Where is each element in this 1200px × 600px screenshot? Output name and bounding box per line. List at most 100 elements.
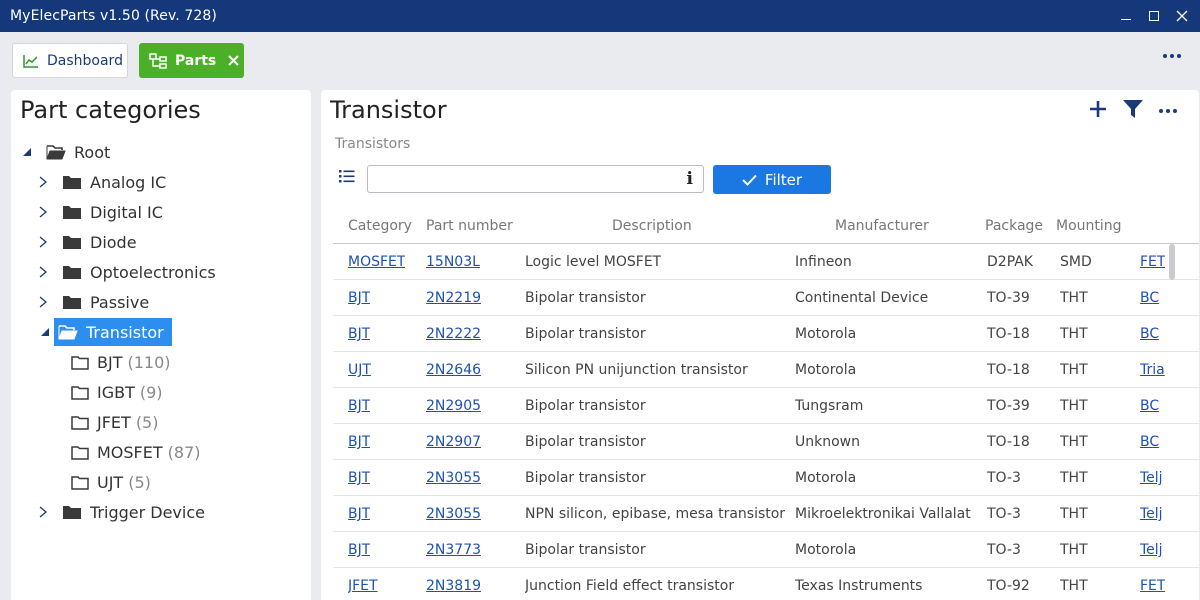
extra-link[interactable]: BC (1140, 290, 1165, 306)
info-icon[interactable]: i (687, 169, 693, 189)
part-number-link[interactable]: 2N3055 (426, 470, 481, 486)
close-tab-button[interactable] (228, 55, 239, 66)
tree-item-label: IGBT (97, 382, 135, 402)
table-row[interactable]: BJT 2N3055 Bipolar transistor Motorola TO-3 T… (333, 460, 1199, 496)
part-number-link[interactable]: 2N3773 (426, 542, 481, 558)
category-link[interactable]: BJT (348, 398, 370, 414)
plus-icon (1090, 101, 1106, 117)
category-link[interactable]: UJT (348, 362, 371, 378)
part-number-link[interactable]: 2N3819 (426, 578, 481, 594)
part-number-link[interactable]: 2N3055 (426, 506, 481, 522)
extra-link[interactable]: Tria (1140, 362, 1165, 378)
extra-link[interactable]: BC (1140, 326, 1165, 342)
tree-item-transistor[interactable]: Transistor (41, 318, 172, 346)
tree-item-label: Digital IC (90, 202, 163, 222)
caret-expanded-icon[interactable] (38, 327, 52, 337)
folder-icon (71, 415, 89, 430)
column-header-part-number[interactable]: Part number (426, 218, 513, 234)
tree-item-jfet[interactable]: JFET (5) (71, 408, 158, 436)
tree-item-count: (110) (127, 352, 171, 372)
extra-link[interactable]: FET (1140, 578, 1165, 594)
caret-collapsed-icon[interactable] (36, 266, 50, 278)
caret-collapsed-icon[interactable] (36, 236, 50, 248)
panel-more-button[interactable] (1159, 109, 1177, 113)
caret-collapsed-icon[interactable] (36, 506, 50, 518)
description-cell: Bipolar transistor (525, 290, 646, 306)
part-number-link[interactable]: 2N2222 (426, 326, 481, 342)
part-number-link[interactable]: 2N2905 (426, 398, 481, 414)
tree-item-digital-ic[interactable]: Digital IC (36, 198, 163, 226)
window-title: MyElecParts v1.50 (Rev. 728) (10, 8, 217, 24)
tree-item-root[interactable]: Root (20, 138, 110, 166)
description-cell: Logic level MOSFET (525, 254, 662, 270)
part-number-link[interactable]: 2N2219 (426, 290, 481, 306)
table-scrollbar[interactable] (1169, 244, 1175, 280)
app-more-button[interactable] (1163, 54, 1181, 58)
tree-item-ujt[interactable]: UJT (5) (71, 468, 151, 496)
column-header-description[interactable]: Description (612, 218, 692, 234)
category-link[interactable]: MOSFET (348, 254, 405, 270)
description-cell: Silicon PN unijunction transistor (525, 362, 748, 378)
tree-item-bjt[interactable]: BJT (110) (71, 348, 171, 376)
column-header-mounting[interactable]: Mounting (1056, 218, 1122, 234)
table-row[interactable]: MOSFET 15N03L Logic level MOSFET Infineon D2… (333, 244, 1199, 280)
extra-link[interactable]: Telj (1140, 470, 1165, 486)
category-link[interactable]: BJT (348, 542, 370, 558)
part-number-link[interactable]: 2N2907 (426, 434, 481, 450)
folder-open-icon (58, 324, 78, 340)
table-row[interactable]: BJT 2N2219 Bipolar transistor Continental D… (333, 280, 1199, 316)
search-input[interactable] (374, 166, 674, 192)
manufacturer-cell: Motorola (795, 470, 857, 486)
extra-link[interactable]: BC (1140, 398, 1165, 414)
close-window-button[interactable] (1164, 0, 1200, 32)
filter-toggle-button[interactable] (1123, 100, 1143, 122)
table-row[interactable]: BJT 2N2907 Bipolar transistor Unknown TO-18 T… (333, 424, 1199, 460)
extra-link[interactable]: Telj (1140, 506, 1165, 522)
tree-item-optoelectronics[interactable]: Optoelectronics (36, 258, 216, 286)
table-row[interactable]: BJT 2N2905 Bipolar transistor Tungsram TO-39… (333, 388, 1199, 424)
extra-link[interactable]: FET (1140, 254, 1165, 270)
tab-parts[interactable]: Parts (139, 43, 244, 78)
chart-line-icon (23, 54, 39, 68)
column-header-package[interactable]: Package (985, 218, 1043, 234)
tree-item-diode[interactable]: Diode (36, 228, 137, 256)
caret-expanded-icon[interactable] (20, 147, 34, 157)
folder-icon (71, 445, 89, 460)
tree-item-passive[interactable]: Passive (36, 288, 149, 316)
folder-icon (62, 205, 82, 220)
part-number-link[interactable]: 15N03L (426, 254, 480, 270)
tree-item-label: MOSFET (97, 442, 163, 462)
tree-item-igbt[interactable]: IGBT (9) (71, 378, 163, 406)
category-link[interactable]: BJT (348, 434, 370, 450)
table-row[interactable]: BJT 2N3773 Bipolar transistor Motorola TO-3 T… (333, 532, 1199, 568)
part-number-link[interactable]: 2N2646 (426, 362, 481, 378)
table-row[interactable]: BJT 2N3055 NPN silicon, epibase, mesa tran… (333, 496, 1199, 532)
package-cell: TO-18 (987, 362, 1030, 378)
category-link[interactable]: JFET (348, 578, 378, 594)
table-row[interactable]: UJT 2N2646 Silicon PN unijunction transist… (333, 352, 1199, 388)
table-row[interactable]: JFET 2N3819 Junction Field effect transist… (333, 568, 1199, 600)
package-cell: TO-3 (987, 542, 1021, 558)
add-button[interactable] (1089, 100, 1107, 122)
category-link[interactable]: BJT (348, 326, 370, 342)
category-link[interactable]: BJT (348, 290, 370, 306)
category-link[interactable]: BJT (348, 470, 370, 486)
caret-collapsed-icon[interactable] (36, 296, 50, 308)
column-header-manufacturer[interactable]: Manufacturer (835, 218, 929, 234)
extra-link[interactable]: Telj (1140, 542, 1165, 558)
tab-dashboard[interactable]: Dashboard (12, 43, 128, 78)
list-view-button[interactable] (339, 170, 355, 183)
tree-item-trigger-device[interactable]: Trigger Device (36, 498, 205, 526)
tree-item-analog-ic[interactable]: Analog IC (36, 168, 166, 196)
caret-collapsed-icon[interactable] (36, 206, 50, 218)
tree-item-mosfet[interactable]: MOSFET (87) (71, 438, 200, 466)
mounting-cell: THT (1060, 398, 1088, 414)
column-header-category[interactable]: Category (348, 218, 412, 234)
filter-button[interactable]: Filter (713, 165, 831, 194)
tree-item-count: (87) (167, 442, 201, 462)
table-row[interactable]: BJT 2N2222 Bipolar transistor Motorola TO-18… (333, 316, 1199, 352)
caret-collapsed-icon[interactable] (36, 176, 50, 188)
extra-link[interactable]: BC (1140, 434, 1165, 450)
tree-item-label: Trigger Device (90, 502, 205, 522)
category-link[interactable]: BJT (348, 506, 370, 522)
